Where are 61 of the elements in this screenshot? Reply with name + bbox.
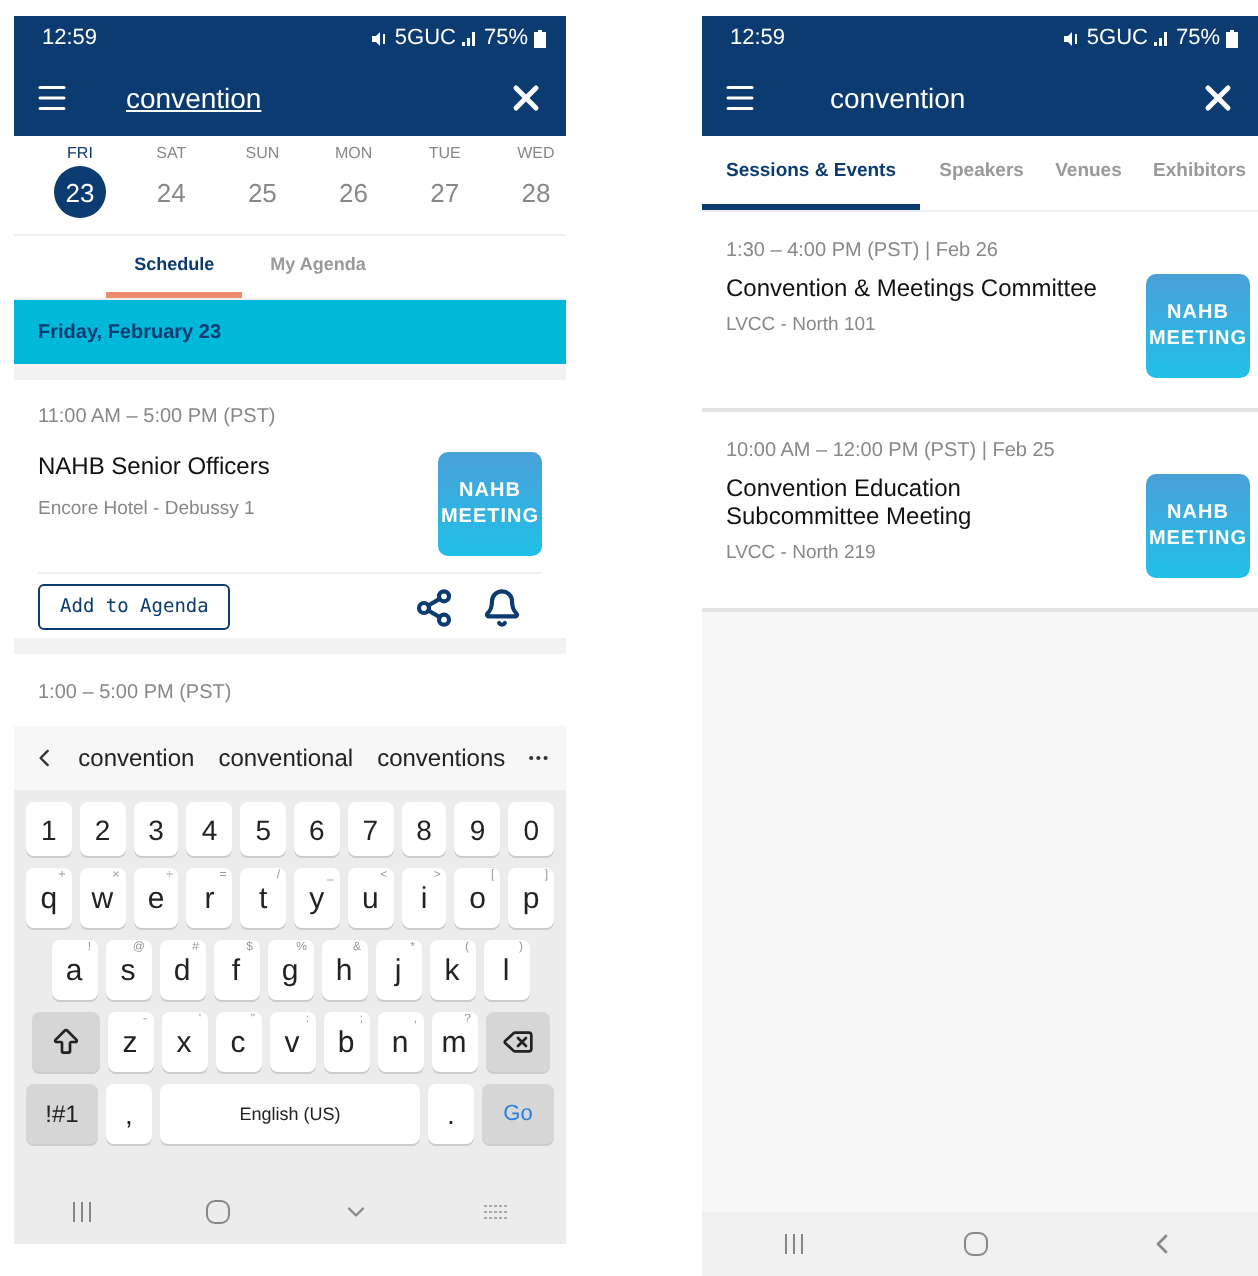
date-item[interactable]: SUN 25 (232, 144, 293, 234)
event-time: 1:00 – 5:00 PM (PST) (38, 682, 234, 704)
event-badge: NAHB MEETING (1146, 274, 1250, 378)
date-item[interactable]: WED 28 (505, 144, 566, 234)
network-label: 5GUC (1086, 26, 1148, 50)
event-title: Convention & Meetings Committee (726, 274, 1097, 302)
key[interactable]: 4 (186, 802, 233, 856)
home-icon[interactable] (206, 1200, 230, 1224)
battery-icon (1226, 29, 1238, 47)
shift-key[interactable] (31, 1012, 99, 1072)
date-item[interactable]: SAT 24 (141, 144, 202, 234)
battery-level: 75% (483, 26, 528, 50)
event-badge: NAHB MEETING (1146, 474, 1250, 578)
share-icon[interactable] (414, 587, 454, 627)
mute-icon (1062, 29, 1081, 47)
recent-apps-icon[interactable] (70, 1202, 94, 1222)
menu-button[interactable] (722, 80, 758, 116)
event-time: 11:00 AM – 5:00 PM (PST) (38, 406, 278, 428)
event-title: NAHB Senior Officers (38, 452, 270, 480)
event-venue: Encore Hotel - Debussy 1 (38, 498, 257, 520)
key[interactable]: 7 (347, 802, 394, 856)
home-icon[interactable] (963, 1232, 988, 1256)
event-title: Convention Education Subcommittee Meeting (726, 474, 974, 530)
space-bar[interactable]: English (US) (160, 1084, 420, 1144)
key[interactable]: 1 (26, 802, 72, 856)
key[interactable]: 2 (79, 802, 126, 856)
date-heading: Friday, February 23 (14, 300, 566, 364)
key[interactable]: 9 (454, 802, 501, 856)
word-suggestion[interactable]: convention (74, 744, 199, 772)
clock-time: 12:59 (42, 26, 98, 50)
date-item[interactable]: TUE 27 (414, 144, 475, 234)
event-time: 10:00 AM – 12:00 PM (PST) | Feb 25 (726, 440, 1057, 462)
backspace-icon (501, 1026, 533, 1058)
key[interactable]: , (106, 1084, 152, 1144)
key[interactable]: 3 (133, 802, 179, 856)
mute-icon (370, 29, 389, 47)
event-badge: NAHB MEETING (438, 452, 542, 556)
event-venue: LVCC - North 219 (726, 542, 878, 564)
key[interactable]: . (428, 1084, 474, 1144)
shift-arrow-icon (49, 1026, 81, 1058)
signal-icon (1153, 30, 1170, 46)
event-venue: LVCC - North 101 (726, 314, 878, 336)
add-to-agenda-button[interactable]: Add to Agenda (38, 584, 231, 630)
battery-level: 75% (1175, 26, 1220, 50)
signal-icon (461, 30, 478, 46)
network-label: 5GUC (394, 26, 456, 50)
key[interactable]: !#1 (26, 1084, 98, 1144)
word-suggestion[interactable]: conventional (214, 744, 358, 772)
backspace-key[interactable] (485, 1012, 549, 1072)
menu-button[interactable] (34, 80, 70, 116)
bell-icon[interactable] (482, 587, 522, 627)
key[interactable]: 0 (508, 802, 554, 856)
clock-time: 12:59 (730, 26, 786, 50)
word-suggestion[interactable]: conventions (373, 744, 510, 772)
key[interactable]: 6 (294, 802, 340, 856)
battery-icon (534, 29, 546, 47)
key[interactable]: 5 (240, 802, 286, 856)
key[interactable]: 8 (401, 802, 447, 856)
event-time: 1:30 – 4:00 PM (PST) | Feb 26 (726, 240, 1000, 262)
date-item[interactable]: MON 26 (323, 144, 384, 234)
recent-apps-icon[interactable] (781, 1234, 806, 1254)
